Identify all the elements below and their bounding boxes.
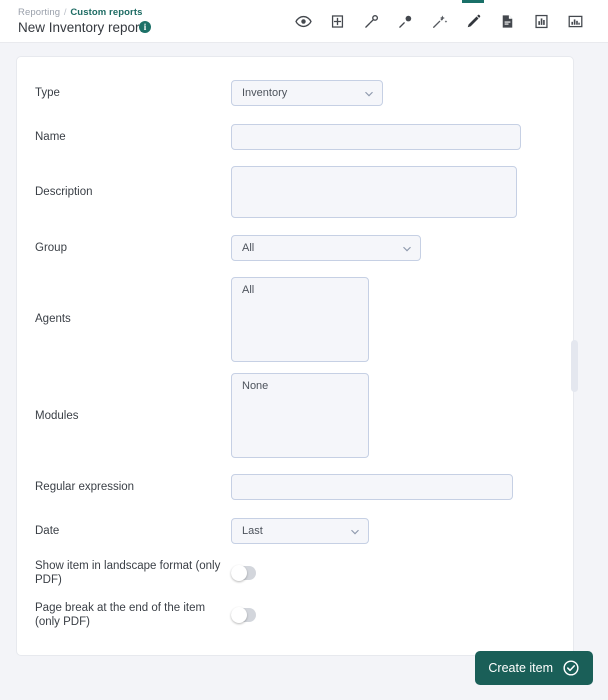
modules-listbox-value: None bbox=[242, 380, 269, 392]
date-select-value: Last bbox=[242, 525, 263, 537]
info-icon[interactable]: i bbox=[139, 21, 151, 33]
agents-label: Agents bbox=[35, 313, 71, 325]
name-input[interactable] bbox=[231, 124, 521, 150]
agents-listbox[interactable]: All bbox=[231, 276, 369, 362]
document-icon[interactable] bbox=[490, 0, 524, 43]
check-circle-icon bbox=[562, 659, 580, 677]
modules-label: Modules bbox=[35, 409, 79, 422]
breadcrumb: Reporting / Custom reports bbox=[18, 7, 142, 18]
regex-input[interactable] bbox=[231, 474, 513, 500]
agents-listbox-value: All bbox=[242, 283, 255, 296]
chevron-down-icon bbox=[364, 81, 374, 107]
eye-icon[interactable] bbox=[286, 0, 320, 43]
report-form: Type Inventory Name Description Group Al… bbox=[17, 57, 573, 646]
field-row-name: Name bbox=[35, 115, 555, 159]
add-box-icon[interactable] bbox=[320, 0, 354, 43]
magic-wand-icon[interactable] bbox=[422, 0, 456, 43]
page-break-label: Page break at the end of the item (only … bbox=[35, 602, 206, 628]
field-row-regex: Regular expression bbox=[35, 464, 555, 510]
regex-label: Regular expression bbox=[35, 481, 135, 493]
pin-icon[interactable] bbox=[354, 0, 388, 43]
pin-filled-icon[interactable] bbox=[388, 0, 422, 43]
group-select[interactable]: All bbox=[231, 235, 421, 261]
date-label: Date bbox=[35, 525, 60, 537]
page-header: Reporting / Custom reports New Inventory… bbox=[0, 0, 608, 43]
bar-chart-alt-icon[interactable] bbox=[558, 0, 592, 43]
field-row-page-break: Page break at the end of the item (only … bbox=[35, 594, 555, 636]
breadcrumb-root[interactable]: Reporting bbox=[18, 7, 60, 18]
field-row-type: Type Inventory bbox=[35, 71, 555, 115]
field-row-description: Description bbox=[35, 159, 555, 225]
name-label: Name bbox=[35, 131, 66, 143]
create-item-label: Create item bbox=[488, 661, 553, 675]
breadcrumb-separator: / bbox=[63, 7, 67, 18]
chevron-down-icon bbox=[402, 236, 412, 262]
breadcrumb-current[interactable]: Custom reports bbox=[70, 7, 142, 18]
description-label: Description bbox=[35, 186, 93, 198]
page-break-toggle[interactable] bbox=[231, 607, 256, 624]
group-label: Group bbox=[35, 242, 67, 254]
date-select[interactable]: Last bbox=[231, 518, 369, 544]
modules-listbox[interactable]: None bbox=[231, 373, 369, 458]
group-select-value: All bbox=[242, 242, 255, 254]
create-item-button[interactable]: Create item bbox=[475, 651, 593, 685]
field-row-agents: Agents All bbox=[35, 271, 555, 367]
header-toolbar bbox=[286, 0, 592, 43]
landscape-label: Show item in landscape format (only PDF) bbox=[35, 560, 221, 586]
type-select-value: Inventory bbox=[242, 87, 288, 99]
pencil-icon[interactable] bbox=[456, 0, 490, 43]
vertical-scrollbar[interactable] bbox=[571, 340, 578, 392]
landscape-toggle[interactable] bbox=[231, 565, 256, 582]
type-label: Type bbox=[35, 87, 60, 99]
field-row-modules: Modules None bbox=[35, 367, 555, 464]
page-title: New Inventory report bbox=[18, 20, 144, 35]
field-row-landscape: Show item in landscape format (only PDF) bbox=[35, 552, 555, 594]
type-select[interactable]: Inventory bbox=[231, 80, 383, 106]
bar-chart-icon[interactable] bbox=[524, 0, 558, 43]
description-textarea[interactable] bbox=[231, 166, 517, 218]
chevron-down-icon bbox=[350, 519, 360, 545]
field-row-group: Group All Recursion bbox=[35, 225, 555, 271]
field-row-date: Date Last bbox=[35, 510, 555, 552]
report-form-card: Type Inventory Name Description Group Al… bbox=[16, 56, 574, 656]
